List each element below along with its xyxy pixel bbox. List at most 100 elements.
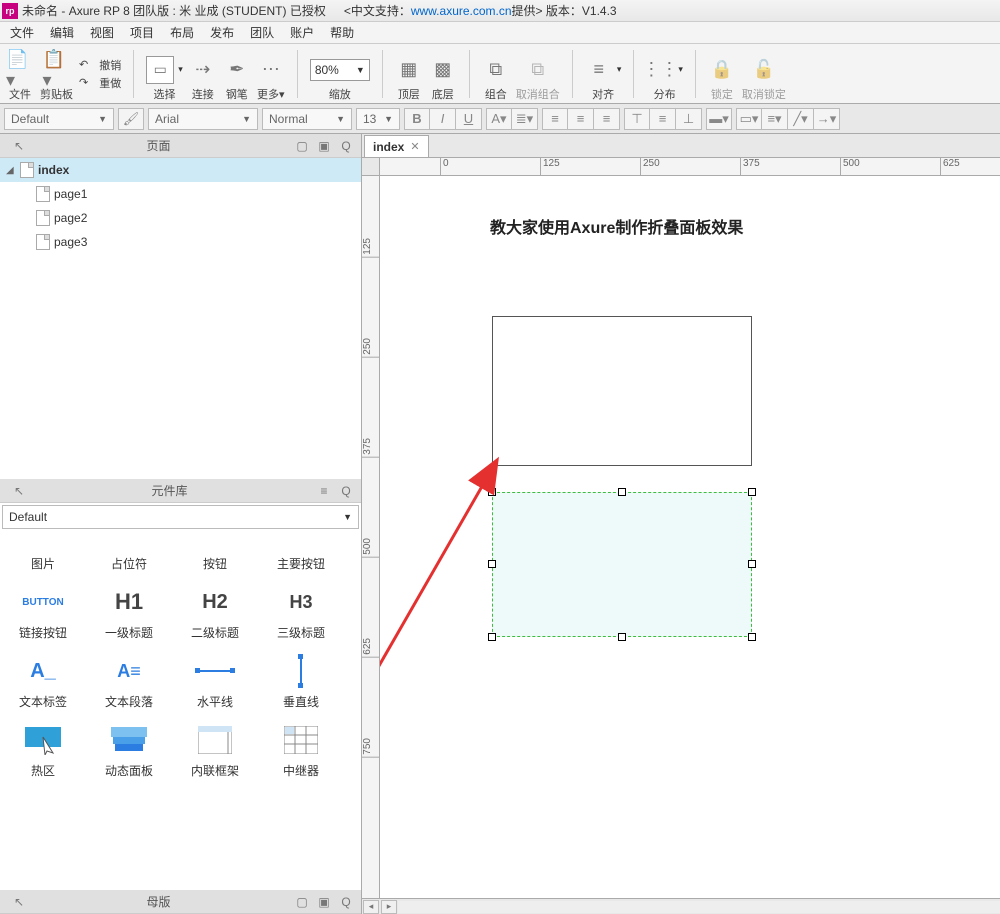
font-combo[interactable]: Arial▼ [148,108,258,130]
line-color-button[interactable]: ▭▾ [736,108,762,130]
search-icon[interactable]: Q [337,893,355,911]
add-folder-icon[interactable]: ▣ [315,893,333,911]
valign-bottom-button[interactable]: ⊥ [676,108,702,130]
weight-combo[interactable]: Normal▼ [262,108,352,130]
tab-index[interactable]: index ✕ [364,135,429,157]
line-style-button[interactable]: ╱▾ [788,108,814,130]
add-page-icon[interactable]: ▢ [293,137,311,155]
canvas-stage[interactable]: 教大家使用Axure制作折叠面板效果 [380,176,1000,898]
zoom-control[interactable]: 80%▼ 缩放 [310,46,370,102]
chevron-down-icon[interactable]: ▼ [356,65,365,75]
italic-button[interactable]: I [430,108,456,130]
widget-hotspot[interactable]: 热区 [0,716,86,785]
page-item-page3[interactable]: page3 [0,230,361,254]
more-tools[interactable]: ⋯ 更多▾ [257,46,285,102]
resize-handle-w[interactable] [488,560,496,568]
bold-button[interactable]: B [404,108,430,130]
valign-top-button[interactable]: ⊤ [624,108,650,130]
pages-tree[interactable]: ◢ index page1 page2 page3 [0,158,361,479]
align-left-button[interactable]: ≡ [542,108,568,130]
selected-rectangle-widget[interactable] [492,492,752,637]
widget-placeholder[interactable]: 占位符 [86,535,172,578]
bullets-button[interactable]: ≣▾ [512,108,538,130]
widget-label[interactable]: A_文本标签 [0,647,86,716]
menu-layout[interactable]: 布局 [164,22,200,43]
add-folder-icon[interactable]: ▣ [315,137,333,155]
close-icon[interactable]: ✕ [410,140,419,153]
ruler-vertical[interactable]: 125 250 375 500 625 750 [362,176,380,898]
bring-front-button[interactable]: ▦ 顶层 [395,46,423,102]
widget-button[interactable]: 按钮 [172,535,258,578]
menu-publish[interactable]: 发布 [204,22,240,43]
size-combo[interactable]: 13▼ [356,108,400,130]
resize-handle-e[interactable] [748,560,756,568]
support-link[interactable]: www.axure.com.cn [411,4,512,18]
menu-file[interactable]: 文件 [4,22,40,43]
heading-text-widget[interactable]: 教大家使用Axure制作折叠面板效果 [490,214,743,238]
widget-repeater[interactable]: 中继器 [258,716,344,785]
resize-handle-sw[interactable] [488,633,496,641]
horizontal-scrollbar[interactable]: ◂ ▸ [362,898,1000,914]
widget-hline[interactable]: 水平线 [172,647,258,716]
collapse-icon[interactable]: ↖ [10,482,28,500]
send-back-button[interactable]: ▩ 底层 [429,46,457,102]
widget-primary-button[interactable]: 主要按钮 [258,535,344,578]
align-right-button[interactable]: ≡ [594,108,620,130]
unlock-button[interactable]: 🔓 取消锁定 [742,46,786,102]
page-item-page1[interactable]: page1 [0,182,361,206]
ruler-horizontal[interactable]: 0 125 250 375 500 625 [380,158,1000,176]
page-item-index[interactable]: ◢ index [0,158,361,182]
style-combo[interactable]: Default▼ [4,108,114,130]
resize-handle-nw[interactable] [488,488,496,496]
align-button[interactable]: ≡▾ 对齐 [585,46,622,102]
rectangle-widget[interactable] [492,316,752,466]
select-tool[interactable]: ▭▾ 选择 [146,46,183,102]
collapse-icon[interactable]: ↖ [10,137,28,155]
menu-view[interactable]: 视图 [84,22,120,43]
line-width-button[interactable]: ≡▾ [762,108,788,130]
text-color-button[interactable]: A▾ [486,108,512,130]
group-button[interactable]: ⧉ 组合 [482,46,510,102]
align-center-button[interactable]: ≡ [568,108,594,130]
resize-handle-s[interactable] [618,633,626,641]
scroll-left-icon[interactable]: ◂ [363,900,379,914]
fill-color-button[interactable]: ▬▾ [706,108,732,130]
add-master-icon[interactable]: ▢ [293,893,311,911]
clipboard-button[interactable]: 📋▾ 剪贴板 [40,46,73,102]
library-select[interactable]: Default▼ [2,505,359,529]
widget-dynamic-panel[interactable]: 动态面板 [86,716,172,785]
undo-button[interactable]: ↶ 撤销 [79,57,121,73]
style-paint-icon[interactable]: 🖌 [118,108,144,130]
resize-handle-ne[interactable] [748,488,756,496]
widget-image[interactable]: 图片 [0,535,86,578]
menu-team[interactable]: 团队 [244,22,280,43]
resize-handle-n[interactable] [618,488,626,496]
ungroup-button[interactable]: ⧉ 取消组合 [516,46,560,102]
collapse-icon[interactable]: ↖ [10,893,28,911]
arrow-style-button[interactable]: →▾ [814,108,840,130]
connect-tool[interactable]: ⇢ 连接 [189,46,217,102]
underline-button[interactable]: U [456,108,482,130]
resize-handle-se[interactable] [748,633,756,641]
lock-button[interactable]: 🔒 锁定 [708,46,736,102]
widget-h2[interactable]: H2二级标题 [172,578,258,647]
widget-link-button[interactable]: BUTTON链接按钮 [0,578,86,647]
search-icon[interactable]: Q [337,137,355,155]
file-button[interactable]: 📄▾ 文件 [6,46,34,102]
page-item-page2[interactable]: page2 [0,206,361,230]
menu-icon[interactable]: ≡ [315,482,333,500]
menu-edit[interactable]: 编辑 [44,22,80,43]
widget-h1[interactable]: H1一级标题 [86,578,172,647]
widget-h3[interactable]: H3三级标题 [258,578,344,647]
widget-paragraph[interactable]: A≡文本段落 [86,647,172,716]
scroll-right-icon[interactable]: ▸ [381,900,397,914]
menu-account[interactable]: 账户 [284,22,320,43]
widget-vline[interactable]: 垂直线 [258,647,344,716]
pen-tool[interactable]: ✒ 钢笔 [223,46,251,102]
redo-button[interactable]: ↷ 重做 [79,75,121,91]
expand-icon[interactable]: ◢ [6,165,16,176]
distribute-button[interactable]: ⋮⋮▾ 分布 [646,46,683,102]
valign-middle-button[interactable]: ≡ [650,108,676,130]
zoom-value[interactable]: 80% [315,63,339,77]
widget-iframe[interactable]: 内联框架 [172,716,258,785]
